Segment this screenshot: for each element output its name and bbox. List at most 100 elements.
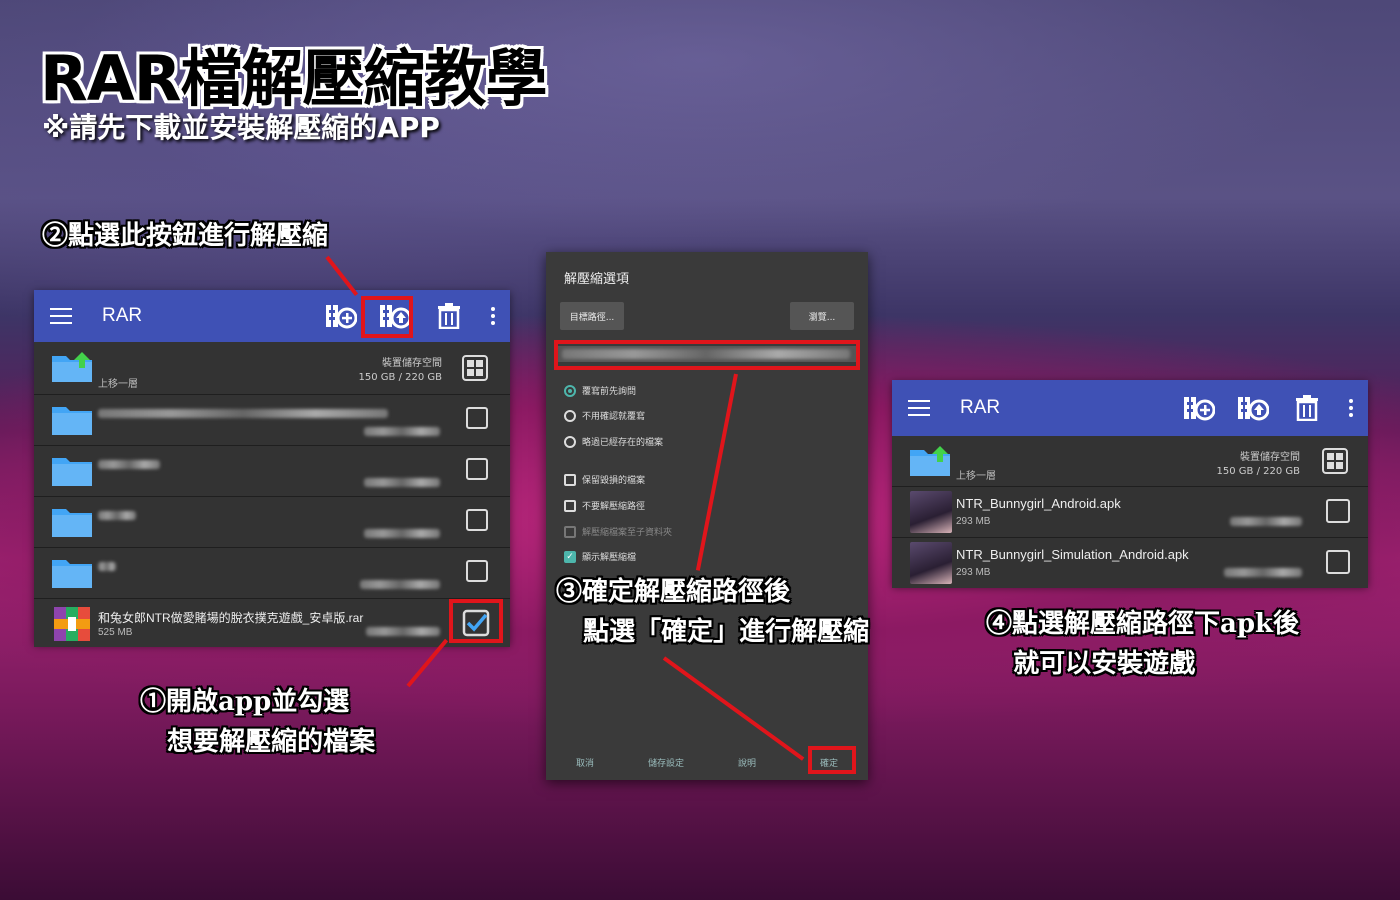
option-subfolders: 解壓縮檔案至子資料夾	[564, 525, 672, 538]
extract-button-highlight	[361, 296, 413, 338]
more-vert-icon[interactable]	[1344, 391, 1358, 425]
up-one-level-row[interactable]: 上移一層 裝置儲存空間 150 GB / 220 GB	[34, 342, 510, 395]
app-toolbar: RAR	[34, 290, 510, 342]
step4-annotation: ④點選解壓縮路徑下apk後 就可以安裝遊戲	[986, 609, 1300, 679]
radio-icon	[564, 435, 576, 448]
blurred-date	[364, 478, 440, 487]
option-label: 略過已經存在的檔案	[582, 438, 664, 448]
apk-file-name: NTR_Bunnygirl_Android.apk	[956, 496, 1121, 511]
browse-button[interactable]: 瀏覽...	[790, 302, 854, 330]
apk-thumbnail	[910, 491, 952, 533]
option-label: 保留毀損的檔案	[582, 476, 646, 486]
apk-file-name: NTR_Bunnygirl_Simulation_Android.apk	[956, 547, 1189, 562]
left-rar-app: RAR 上移一層 裝置儲存空間 150 GB / 220 GB 和兔女郎NTR做…	[34, 290, 510, 647]
option-label: 不要解壓縮路徑	[582, 502, 646, 512]
blurred-filename	[98, 409, 388, 418]
folder-icon	[52, 509, 92, 537]
target-path-button[interactable]: 目標路徑...	[560, 302, 624, 330]
list-item[interactable]	[34, 395, 510, 446]
folder-icon	[52, 560, 92, 588]
checkbox-icon	[564, 473, 576, 486]
dialog-title: 解壓縮選項	[564, 272, 630, 287]
rar-archive-icon	[54, 607, 90, 641]
option-label: 顯示解壓縮檔	[582, 553, 637, 563]
checkbox-icon	[564, 499, 576, 512]
app-toolbar: RAR	[892, 380, 1368, 436]
storage-value: 150 GB / 220 GB	[1216, 466, 1300, 477]
list-item[interactable]	[34, 446, 510, 497]
blurred-date	[366, 627, 440, 636]
path-highlight	[554, 340, 860, 370]
option-label: 覆寫前先詢問	[582, 387, 637, 397]
ok-button-highlight	[808, 746, 856, 774]
rar-file-size: 525 MB	[98, 627, 133, 638]
page-subtitle: ※請先下載並安裝解壓縮的APP	[42, 111, 440, 144]
blurred-filename	[98, 511, 136, 520]
rar-file-row[interactable]: 和兔女郎NTR做愛賭場的脫衣撲克遊戲_安卓版.rar 525 MB	[34, 599, 510, 647]
option-overwrite[interactable]: 不用確認就覆寫	[564, 409, 645, 422]
right-rar-app: RAR 上移一層 裝置儲存空間 150 GB / 220 GB NTR_Bunn…	[892, 380, 1368, 588]
option-ask-overwrite[interactable]: 覆寫前先詢問	[564, 384, 636, 397]
trash-icon[interactable]	[1290, 391, 1324, 425]
row-checkbox[interactable]	[466, 458, 488, 480]
extract-icon[interactable]	[1236, 391, 1270, 425]
storage-value: 150 GB / 220 GB	[358, 372, 442, 383]
checkbox-disabled-icon	[564, 525, 576, 538]
blurred-date	[364, 427, 440, 436]
option-keep-broken[interactable]: 保留毀損的檔案	[564, 473, 645, 486]
option-show-extracted[interactable]: ✓ 顯示解壓縮檔	[564, 550, 636, 563]
menu-icon[interactable]	[908, 400, 930, 416]
app-title: RAR	[960, 397, 1001, 418]
apk-file-row[interactable]: NTR_Bunnygirl_Android.apk 293 MB	[892, 487, 1368, 538]
add-archive-icon[interactable]	[1182, 391, 1216, 425]
blurred-date	[360, 580, 440, 589]
list-item[interactable]	[34, 497, 510, 548]
checkbox-checked-icon: ✓	[564, 550, 576, 563]
option-label: 不用確認就覆寫	[582, 412, 646, 422]
blurred-date	[364, 529, 440, 538]
folder-up-icon	[52, 352, 92, 382]
blurred-filename	[98, 562, 116, 571]
folder-icon	[52, 407, 92, 435]
apk-thumbnail	[910, 542, 952, 584]
more-vert-icon[interactable]	[486, 299, 500, 333]
folder-up-icon	[910, 446, 950, 476]
row-checkbox[interactable]	[466, 509, 488, 531]
folder-icon	[52, 458, 92, 486]
grid-view-icon[interactable]	[462, 355, 488, 381]
row-checkbox[interactable]	[1326, 499, 1350, 523]
option-no-paths[interactable]: 不要解壓縮路徑	[564, 499, 645, 512]
grid-view-icon[interactable]	[1322, 448, 1348, 474]
blurred-filename	[98, 460, 160, 469]
storage-label: 裝置儲存空間	[1240, 452, 1300, 463]
step2-annotation: ②點選此按鈕進行解壓縮	[42, 221, 329, 251]
apk-file-row[interactable]: NTR_Bunnygirl_Simulation_Android.apk 293…	[892, 538, 1368, 588]
apk-file-size: 293 MB	[956, 516, 991, 527]
up-label: 上移一層	[956, 471, 996, 482]
row-checkbox[interactable]	[466, 560, 488, 582]
help-button[interactable]: 說明	[738, 756, 756, 769]
add-archive-icon[interactable]	[324, 299, 358, 333]
blurred-date	[1230, 517, 1302, 526]
checkbox-highlight	[449, 599, 503, 643]
up-label: 上移一層	[98, 379, 138, 390]
row-checkbox[interactable]	[466, 407, 488, 429]
storage-label: 裝置儲存空間	[382, 358, 442, 369]
apk-file-size: 293 MB	[956, 567, 991, 578]
radio-selected-icon	[564, 384, 576, 397]
save-settings-button[interactable]: 儲存設定	[648, 756, 684, 769]
trash-icon[interactable]	[432, 299, 466, 333]
radio-icon	[564, 409, 576, 422]
row-checkbox[interactable]	[1326, 550, 1350, 574]
option-label: 解壓縮檔案至子資料夾	[582, 528, 673, 538]
up-one-level-row[interactable]: 上移一層 裝置儲存空間 150 GB / 220 GB	[892, 436, 1368, 487]
app-title: RAR	[102, 305, 143, 326]
option-skip-existing[interactable]: 略過已經存在的檔案	[564, 435, 663, 448]
list-item[interactable]	[34, 548, 510, 599]
menu-icon[interactable]	[50, 308, 72, 324]
blurred-date	[1224, 568, 1302, 577]
step1-annotation: ①開啟app並勾選 想要解壓縮的檔案	[140, 687, 376, 757]
page-title: RAR檔解壓縮教學	[40, 42, 547, 115]
cancel-button[interactable]: 取消	[576, 756, 594, 769]
rar-file-name: 和兔女郎NTR做愛賭場的脫衣撲克遊戲_安卓版.rar	[98, 611, 364, 625]
